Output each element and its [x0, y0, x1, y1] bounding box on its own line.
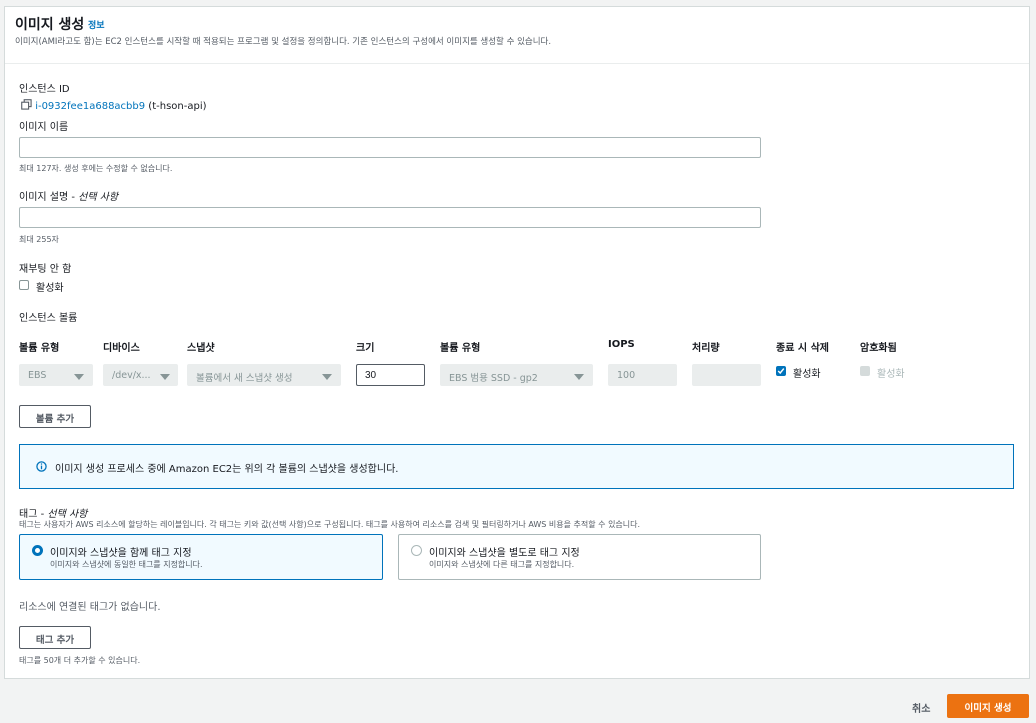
encrypted-label: 활성화: [877, 369, 905, 380]
no-reboot-checkbox-label: 활성화: [36, 283, 64, 294]
instance-volumes-label: 인스턴스 볼륨: [19, 313, 78, 324]
image-desc-hint: 최대 255자: [19, 235, 59, 244]
delete-on-termination-checkbox[interactable]: [776, 366, 786, 376]
cancel-button[interactable]: 취소: [912, 700, 930, 715]
check-icon: [777, 368, 785, 375]
image-desc-input[interactable]: [19, 207, 761, 228]
volume-type-select: EBS: [19, 364, 93, 386]
col-iops: IOPS: [608, 339, 635, 350]
image-name-label: 이미지 이름: [19, 122, 69, 133]
tag-together-desc: 이미지와 스냅샷에 동일한 태그를 지정합니다.: [50, 560, 203, 569]
add-tag-button[interactable]: 태그 추가: [19, 626, 91, 649]
image-name-hint: 최대 127자. 생성 후에는 수정할 수 없습니다.: [19, 164, 173, 173]
no-reboot-label: 재부팅 안 함: [19, 264, 72, 275]
tags-label: 태그 - 선택 사항: [19, 509, 88, 520]
delete-on-termination-label: 활성화: [793, 369, 821, 380]
col-throughput: 처리량: [692, 343, 720, 354]
chevron-down-icon: [322, 374, 332, 380]
instance-name: (t-hson-api): [148, 101, 207, 112]
tag-together-option[interactable]: 이미지와 스냅샷을 함께 태그 지정 이미지와 스냅샷에 동일한 태그를 지정합…: [19, 534, 383, 580]
page-description: 이미지(AMI라고도 함)는 EC2 인스턴스를 시작할 때 적용되는 프로그램…: [15, 37, 552, 47]
chevron-down-icon: [574, 374, 584, 380]
header-divider: [5, 63, 1029, 64]
tag-together-radio[interactable]: [32, 545, 43, 556]
volume-size-input[interactable]: [356, 364, 425, 386]
col-snapshot: 스냅샷: [187, 343, 215, 354]
tag-together-title: 이미지와 스냅샷을 함께 태그 지정: [50, 548, 192, 559]
encrypted-checkbox: [860, 366, 870, 376]
page-title: 이미지 생성: [15, 17, 85, 33]
ebs-type-value: EBS 범용 SSD - gp2: [449, 373, 538, 384]
col-encrypted: 암호화됨: [860, 343, 897, 354]
info-icon: [36, 461, 47, 472]
tags-description: 태그는 사용자가 AWS 리소스에 할당하는 레이블입니다. 각 태그는 키와 …: [19, 520, 641, 529]
tag-separate-title: 이미지와 스냅샷을 별도로 태그 지정: [429, 548, 580, 559]
ebs-type-select: EBS 범용 SSD - gp2: [440, 364, 593, 386]
add-volume-button[interactable]: 볼륨 추가: [19, 405, 91, 428]
device-select: /dev/x...: [103, 364, 178, 386]
no-tags-text: 리소스에 연결된 태그가 없습니다.: [19, 602, 161, 613]
snapshot-value: 볼륨에서 새 스냅샷 생성: [196, 373, 293, 384]
chevron-down-icon: [74, 374, 84, 380]
instance-id-link[interactable]: i-0932fee1a688acbb9: [35, 101, 145, 112]
no-reboot-checkbox[interactable]: [19, 280, 29, 290]
iops-input: 100: [608, 364, 677, 386]
info-link[interactable]: 정보: [88, 18, 105, 31]
tag-separate-radio[interactable]: [411, 545, 422, 556]
copy-icon[interactable]: [21, 99, 32, 110]
throughput-input: [692, 364, 761, 386]
tag-separate-desc: 이미지와 스냅샷에 다른 태그를 지정합니다.: [429, 560, 575, 569]
image-desc-label: 이미지 설명 - 선택 사항: [19, 192, 119, 203]
tag-separate-option[interactable]: 이미지와 스냅샷을 별도로 태그 지정 이미지와 스냅샷에 다른 태그를 지정합…: [398, 534, 761, 580]
col-size: 크기: [356, 343, 375, 354]
alert-text: 이미지 생성 프로세스 중에 Amazon EC2는 위의 각 볼륨의 스냅샷을…: [55, 464, 399, 475]
instance-id-label: 인스턴스 ID: [19, 84, 70, 95]
image-name-input[interactable]: [19, 137, 761, 158]
instance-id-row: i-0932fee1a688acbb9 (t-hson-api): [21, 99, 207, 112]
col-volume-type: 볼륨 유형: [19, 343, 60, 354]
chevron-down-icon: [160, 374, 170, 380]
col-device: 디바이스: [103, 343, 140, 354]
iops-value: 100: [617, 370, 636, 381]
tags-limit-hint: 태그를 50개 더 추가할 수 있습니다.: [19, 656, 141, 665]
volume-type-value: EBS: [28, 370, 47, 381]
create-image-button[interactable]: 이미지 생성: [947, 694, 1029, 718]
snapshot-info-alert: 이미지 생성 프로세스 중에 Amazon EC2는 위의 각 볼륨의 스냅샷을…: [19, 444, 1014, 489]
device-value: /dev/x...: [112, 370, 151, 381]
col-delete-on-termination: 종료 시 삭제: [776, 343, 829, 354]
snapshot-select: 볼륨에서 새 스냅샷 생성: [187, 364, 341, 386]
col-ebs-type: 볼륨 유형: [440, 343, 481, 354]
